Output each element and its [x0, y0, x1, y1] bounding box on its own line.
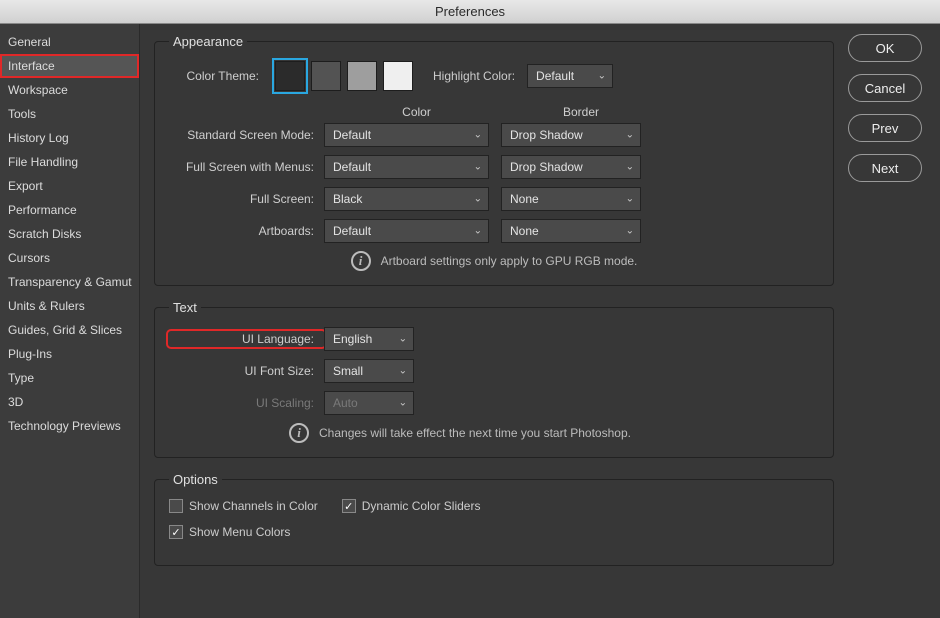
- info-icon: i: [289, 423, 309, 443]
- sidebar-item-type[interactable]: Type: [0, 366, 139, 390]
- sidebar-item-technology-previews[interactable]: Technology Previews: [0, 414, 139, 438]
- sidebar-item-performance[interactable]: Performance: [0, 198, 139, 222]
- select-value: None: [510, 192, 539, 206]
- select-value: Drop Shadow: [510, 160, 583, 174]
- text-info-text: Changes will take effect the next time y…: [319, 426, 631, 440]
- prev-button[interactable]: Prev: [848, 114, 922, 142]
- main-area: General Interface Workspace Tools Histor…: [0, 24, 940, 618]
- chevron-down-icon: ⌄: [474, 194, 482, 205]
- color-theme-label: Color Theme:: [169, 69, 269, 83]
- show-menu-colors-checkbox[interactable]: ✓ Show Menu Colors: [169, 525, 290, 539]
- select-value: Default: [333, 224, 371, 238]
- checkbox-icon: ✓: [169, 525, 183, 539]
- artboards-border-select[interactable]: None ⌄: [501, 219, 641, 243]
- sidebar-item-3d[interactable]: 3D: [0, 390, 139, 414]
- highlight-color-value: Default: [536, 69, 574, 83]
- checkbox-icon: [169, 499, 183, 513]
- text-legend: Text: [169, 300, 201, 315]
- ui-language-label: UI Language:: [169, 332, 324, 346]
- ui-font-size-label: UI Font Size:: [169, 364, 324, 378]
- next-button[interactable]: Next: [848, 154, 922, 182]
- show-channels-in-color-checkbox[interactable]: Show Channels in Color: [169, 499, 318, 513]
- artboards-label: Artboards:: [169, 224, 324, 238]
- chevron-down-icon: ⌄: [626, 162, 634, 173]
- full-screen-border-select[interactable]: None ⌄: [501, 187, 641, 211]
- sidebar-item-history-log[interactable]: History Log: [0, 126, 139, 150]
- sidebar-item-general[interactable]: General: [0, 30, 139, 54]
- chevron-down-icon: ⌄: [399, 334, 407, 345]
- standard-screen-mode-label: Standard Screen Mode:: [169, 128, 324, 142]
- full-screen-menus-label: Full Screen with Menus:: [169, 160, 324, 174]
- options-legend: Options: [169, 472, 222, 487]
- color-theme-swatch-darkest[interactable]: [275, 61, 305, 91]
- select-value: Drop Shadow: [510, 128, 583, 142]
- select-value: None: [510, 224, 539, 238]
- sidebar-item-guides-grid-slices[interactable]: Guides, Grid & Slices: [0, 318, 139, 342]
- full-screen-label: Full Screen:: [169, 192, 324, 206]
- sidebar-item-scratch-disks[interactable]: Scratch Disks: [0, 222, 139, 246]
- select-value: Small: [333, 364, 363, 378]
- ui-scaling-select: Auto ⌄: [324, 391, 414, 415]
- artboards-color-select[interactable]: Default ⌄: [324, 219, 489, 243]
- content-area: Appearance Color Theme: Highlight Color:…: [140, 24, 848, 618]
- checkbox-label: Show Channels in Color: [189, 499, 318, 513]
- color-theme-swatch-lightest[interactable]: [383, 61, 413, 91]
- highlight-color-select[interactable]: Default ⌄: [527, 64, 613, 88]
- window-title: Preferences: [0, 0, 940, 24]
- options-panel: Options Show Channels in Color ✓ Dynamic…: [154, 472, 834, 566]
- category-sidebar: General Interface Workspace Tools Histor…: [0, 24, 140, 618]
- highlight-color-label: Highlight Color:: [433, 69, 515, 83]
- color-theme-swatch-dark[interactable]: [311, 61, 341, 91]
- full-screen-color-select[interactable]: Black ⌄: [324, 187, 489, 211]
- sidebar-item-interface[interactable]: Interface: [0, 54, 139, 78]
- select-value: Default: [333, 128, 371, 142]
- select-value: Auto: [333, 396, 358, 410]
- sidebar-item-export[interactable]: Export: [0, 174, 139, 198]
- appearance-panel: Appearance Color Theme: Highlight Color:…: [154, 34, 834, 286]
- chevron-down-icon: ⌄: [399, 398, 407, 409]
- standard-screen-mode-border-select[interactable]: Drop Shadow ⌄: [501, 123, 641, 147]
- chevron-down-icon: ⌄: [598, 71, 606, 82]
- select-value: Default: [333, 160, 371, 174]
- chevron-down-icon: ⌄: [626, 226, 634, 237]
- grid-header-border: Border: [511, 105, 651, 119]
- sidebar-item-units-rulers[interactable]: Units & Rulers: [0, 294, 139, 318]
- cancel-button[interactable]: Cancel: [848, 74, 922, 102]
- text-panel: Text UI Language: English ⌄ UI Font Size:…: [154, 300, 834, 458]
- dynamic-color-sliders-checkbox[interactable]: ✓ Dynamic Color Sliders: [342, 499, 481, 513]
- dialog-buttons: OK Cancel Prev Next: [848, 24, 940, 618]
- ui-language-select[interactable]: English ⌄: [324, 327, 414, 351]
- ui-scaling-label: UI Scaling:: [169, 396, 324, 410]
- select-value: Black: [333, 192, 362, 206]
- standard-screen-mode-color-select[interactable]: Default ⌄: [324, 123, 489, 147]
- ok-button[interactable]: OK: [848, 34, 922, 62]
- sidebar-item-file-handling[interactable]: File Handling: [0, 150, 139, 174]
- sidebar-item-transparency-gamut[interactable]: Transparency & Gamut: [0, 270, 139, 294]
- artboard-info-text: Artboard settings only apply to GPU RGB …: [381, 254, 638, 268]
- chevron-down-icon: ⌄: [474, 226, 482, 237]
- chevron-down-icon: ⌄: [474, 130, 482, 141]
- chevron-down-icon: ⌄: [626, 130, 634, 141]
- checkbox-icon: ✓: [342, 499, 356, 513]
- info-icon: i: [351, 251, 371, 271]
- select-value: English: [333, 332, 372, 346]
- chevron-down-icon: ⌄: [626, 194, 634, 205]
- chevron-down-icon: ⌄: [399, 366, 407, 377]
- sidebar-item-tools[interactable]: Tools: [0, 102, 139, 126]
- color-theme-swatch-light[interactable]: [347, 61, 377, 91]
- checkbox-label: Show Menu Colors: [189, 525, 290, 539]
- chevron-down-icon: ⌄: [474, 162, 482, 173]
- sidebar-item-workspace[interactable]: Workspace: [0, 78, 139, 102]
- ui-font-size-select[interactable]: Small ⌄: [324, 359, 414, 383]
- appearance-legend: Appearance: [169, 34, 247, 49]
- grid-header-color: Color: [334, 105, 499, 119]
- sidebar-item-cursors[interactable]: Cursors: [0, 246, 139, 270]
- full-screen-menus-border-select[interactable]: Drop Shadow ⌄: [501, 155, 641, 179]
- checkbox-label: Dynamic Color Sliders: [362, 499, 481, 513]
- sidebar-item-plug-ins[interactable]: Plug-Ins: [0, 342, 139, 366]
- full-screen-menus-color-select[interactable]: Default ⌄: [324, 155, 489, 179]
